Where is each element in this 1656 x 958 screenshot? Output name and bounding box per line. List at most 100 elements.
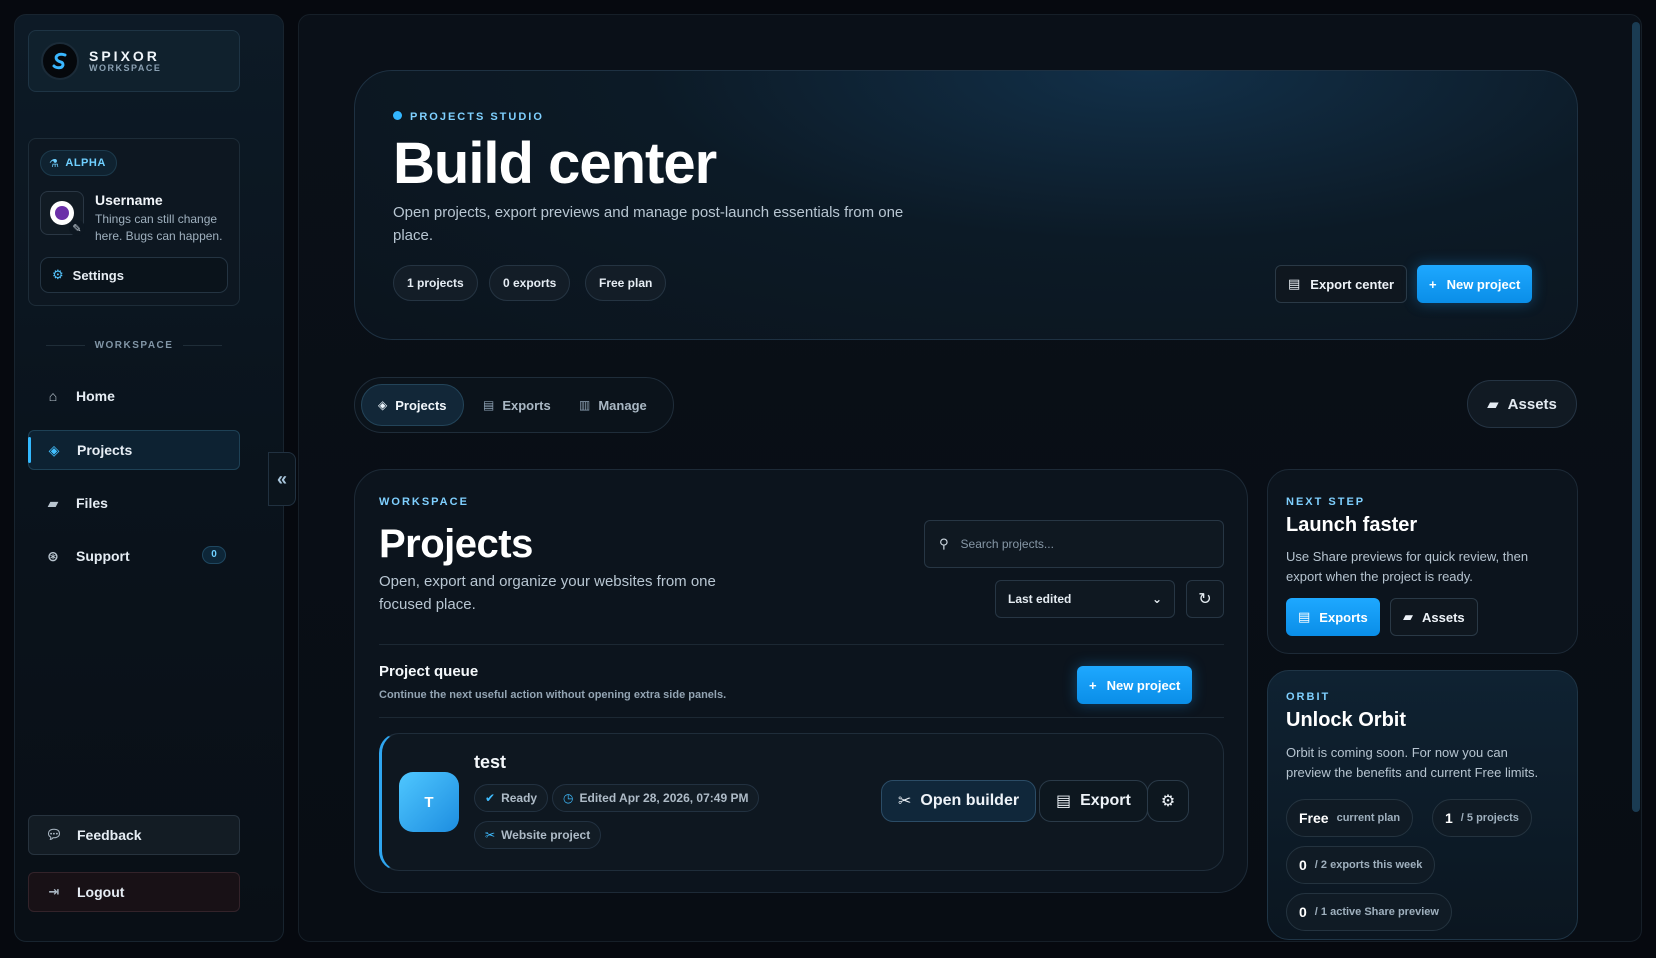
plan-stat: Free current plan: [1286, 799, 1414, 837]
pencil-icon[interactable]: ✎: [69, 220, 85, 236]
tools-icon: ✂: [485, 828, 496, 842]
stat-label: current plan: [1336, 812, 1401, 824]
projects-panel: WORKSPACE Projects Open, export and orga…: [354, 469, 1248, 893]
scrollbar[interactable]: [1632, 22, 1640, 812]
export-center-button[interactable]: ▤ Export center: [1275, 265, 1408, 303]
chevron-down-icon: ⌄: [1151, 592, 1162, 606]
check-circle-icon: ✔: [485, 791, 496, 805]
orbit-eyebrow: ORBIT: [1286, 691, 1331, 703]
assets-button[interactable]: ▰ Assets: [1467, 380, 1577, 428]
sort-select[interactable]: Last edited ⌄: [995, 580, 1175, 618]
logout-icon: ⇥: [48, 884, 60, 899]
clock-icon: ◷: [563, 791, 574, 805]
projects-count-pill: 1 projects: [393, 265, 478, 301]
support-count-badge: 0: [202, 546, 226, 564]
edited-timestamp: ◷ Edited Apr 28, 2026, 07:49 PM: [552, 784, 760, 812]
assets-side-button[interactable]: ▰ Assets: [1390, 598, 1478, 636]
sidebar-section-label: WORKSPACE: [46, 340, 222, 351]
queue-new-project-button[interactable]: + New project: [1077, 666, 1193, 704]
assets-label: Assets: [1507, 395, 1557, 413]
divider: [379, 644, 1224, 645]
settings-button[interactable]: ⚙ Settings: [40, 257, 228, 293]
sidebar-item-label: Files: [76, 495, 108, 511]
archive-icon: ▤: [1298, 609, 1311, 624]
exports-stat: 0 / 2 exports this week: [1286, 846, 1436, 884]
bar-chart-icon: ▥: [579, 398, 591, 412]
gear-icon: ⚙: [1160, 793, 1176, 810]
sidebar-item-label: Home: [76, 388, 115, 404]
sidebar-item-projects[interactable]: ◈ Projects: [28, 430, 240, 470]
sidebar-item-home[interactable]: ⌂ Home: [28, 376, 240, 416]
plan-pill: Free plan: [585, 265, 667, 301]
settings-label: Settings: [72, 267, 124, 283]
hero-card: PROJECTS STUDIO Build center Open projec…: [354, 70, 1578, 340]
page-title: Build center: [393, 131, 717, 196]
next-step-card: NEXT STEP Launch faster Use Share previe…: [1267, 469, 1578, 654]
collapse-sidebar-button[interactable]: «: [268, 452, 296, 506]
plus-icon: +: [1429, 276, 1437, 292]
hero-new-project-button[interactable]: + New project: [1417, 265, 1533, 303]
search-input[interactable]: ⚲ Search projects...: [924, 520, 1224, 568]
next-step-title: Launch faster: [1286, 514, 1418, 536]
status-dot-icon: [393, 111, 402, 120]
project-type-label: Website project: [501, 828, 591, 842]
folder-icon: ▰: [47, 494, 59, 511]
queue-subtitle: Continue the next useful action without …: [379, 689, 727, 701]
open-builder-button[interactable]: ✂ Open builder: [881, 780, 1037, 822]
brand-subtitle: WORKSPACE: [89, 62, 162, 73]
stat-label: / 5 projects: [1460, 812, 1519, 824]
chat-bubble-icon: 💬︎: [45, 827, 63, 842]
stat-value: 1: [1445, 810, 1453, 826]
orbit-title: Unlock Orbit: [1286, 709, 1407, 731]
stat-value: 0: [1299, 857, 1307, 873]
project-card[interactable]: T test ✔ Ready ◷ Edited Apr 28, 2026, 07…: [379, 733, 1224, 871]
project-settings-button[interactable]: ⚙: [1147, 780, 1189, 822]
new-project-label: New project: [1446, 276, 1521, 292]
user-card: ⚗ ALPHA ✎ Username Things can still chan…: [28, 138, 240, 306]
sidebar-item-support[interactable]: ⊛ Support 0: [28, 536, 240, 576]
hero-description: Open projects, export previews and manag…: [393, 204, 904, 244]
projects-eyebrow: WORKSPACE: [379, 496, 469, 508]
edited-label: Edited Apr 28, 2026, 07:49 PM: [579, 791, 749, 805]
logout-button[interactable]: ⇥ Logout: [28, 872, 240, 912]
layers-icon: ◈: [48, 441, 60, 458]
queue-title: Project queue: [379, 663, 479, 680]
search-icon: ⚲: [939, 536, 949, 551]
export-button[interactable]: ▤ Export: [1039, 780, 1148, 822]
refresh-icon: ↻: [1198, 591, 1212, 608]
avatar[interactable]: ✎: [40, 191, 85, 236]
projects-title: Projects: [379, 522, 533, 566]
brand-logo-block[interactable]: SPIXOR WORKSPACE: [28, 30, 240, 92]
user-note: Things can still change here. Bugs can h…: [95, 212, 223, 243]
archive-icon: ▤: [1288, 276, 1301, 291]
stat-label: / 1 active Share preview: [1314, 906, 1439, 918]
assets-label: Assets: [1422, 609, 1465, 625]
archive-icon: ▤: [483, 398, 495, 412]
double-chevron-left-icon: «: [276, 468, 287, 489]
exports-button[interactable]: ▤ Exports: [1286, 598, 1380, 636]
projects-description: Open, export and organize your websites …: [379, 573, 716, 613]
search-placeholder: Search projects...: [960, 537, 1054, 551]
tab-manage[interactable]: ▥ Manage: [563, 384, 663, 426]
project-thumbnail: T: [399, 772, 459, 832]
divider: [379, 717, 1224, 718]
orbit-description: Orbit is coming soon. For now you can pr…: [1286, 745, 1539, 780]
export-center-label: Export center: [1310, 276, 1395, 292]
next-step-eyebrow: NEXT STEP: [1286, 496, 1366, 508]
sidebar-item-files[interactable]: ▰ Files: [28, 483, 240, 523]
logout-label: Logout: [77, 884, 125, 900]
alpha-badge: ⚗ ALPHA: [40, 150, 117, 176]
next-step-description: Use Share previews for quick review, the…: [1286, 549, 1529, 584]
exports-label: Exports: [1319, 609, 1368, 625]
archive-icon: ▤: [1056, 793, 1072, 810]
project-type-badge: ✂ Website project: [474, 821, 602, 849]
spixor-logo-icon: [41, 42, 79, 80]
view-tabs: ◈ Projects ▤ Exports ▥ Manage: [354, 377, 674, 433]
home-icon: ⌂: [48, 388, 58, 404]
tab-projects[interactable]: ◈ Projects: [361, 384, 464, 426]
feedback-label: Feedback: [77, 827, 142, 843]
feedback-button[interactable]: 💬︎ Feedback: [28, 815, 240, 855]
tab-exports[interactable]: ▤ Exports: [467, 384, 567, 426]
refresh-button[interactable]: ↻: [1186, 580, 1224, 618]
sort-selected-value: Last edited: [1008, 592, 1072, 606]
